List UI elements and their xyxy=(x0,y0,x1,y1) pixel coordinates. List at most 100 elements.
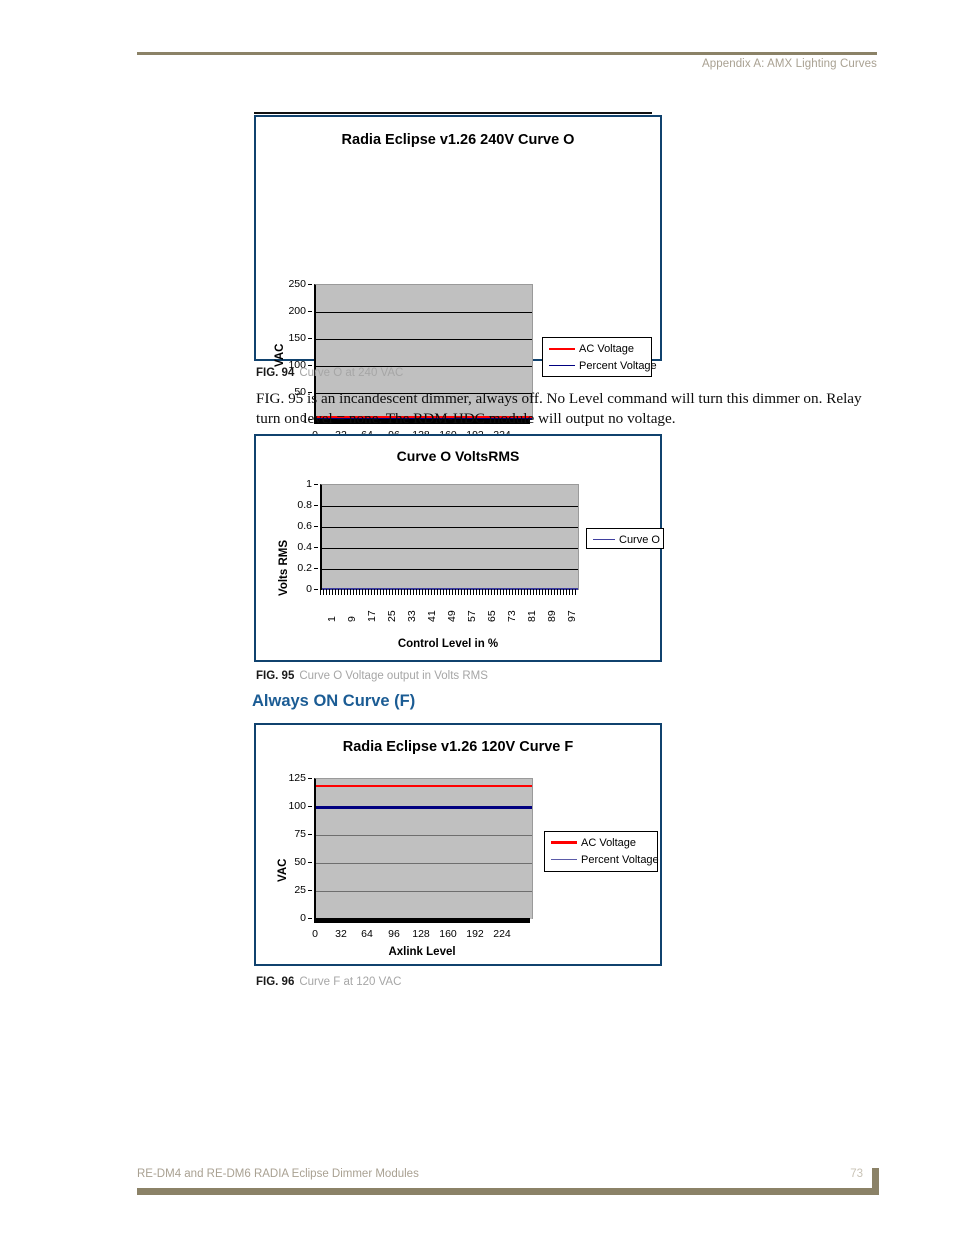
fig95-legend-label-curve-o: Curve O xyxy=(619,533,660,546)
footer-divider xyxy=(137,1188,872,1195)
fig95-chart-frame: Curve O VoltsRMS Volts RMS 1 0.8 0.6 0.4… xyxy=(254,434,664,662)
fig96-y-tick-25: 25 xyxy=(294,884,306,896)
fig95-y-tickmark-0 xyxy=(314,589,318,590)
fig94-chart-frame: Radia Eclipse v1.26 240V Curve O VAC 250… xyxy=(254,115,662,459)
fig94-y-tick-250: 250 xyxy=(288,278,306,290)
fig95-y-tick-08: 0.8 xyxy=(297,499,312,511)
fig94-legend: AC Voltage Percent Voltage xyxy=(542,337,657,377)
fig95-gridline-08 xyxy=(322,506,578,507)
fig96-caption-text: Curve F at 120 VAC xyxy=(299,976,402,988)
fig94-gridline-150 xyxy=(316,339,532,340)
page-footer: RE-DM4 and RE-DM6 RADIA Eclipse Dimmer M… xyxy=(137,1168,879,1198)
fig95-legend: Curve O xyxy=(586,528,664,549)
footer-edge-tab xyxy=(872,1168,879,1195)
fig94-chart-title: Radia Eclipse v1.26 240V Curve O xyxy=(341,132,575,148)
fig96-x-tick-0: 0 xyxy=(312,928,318,940)
fig95-caption-text: Curve O Voltage output in Volts RMS xyxy=(299,670,488,682)
fig95-x-axis-tick-row xyxy=(320,589,576,595)
fig95-gridline-06 xyxy=(322,527,578,528)
body-paragraph: FIG. 95 is an incandescent dimmer, alway… xyxy=(256,390,862,427)
fig96-chart-title: Radia Eclipse v1.26 120V Curve F xyxy=(342,739,574,755)
fig95-plot-area xyxy=(320,484,579,590)
fig95-y-tick-1: 1 xyxy=(306,478,312,490)
fig95-legend-row-curve-o: Curve O xyxy=(587,531,663,548)
fig96-legend-row-ac-voltage: AC Voltage xyxy=(545,834,657,851)
fig94-caption-label: FIG. 94 xyxy=(256,367,295,379)
fig94-y-tick-200: 200 xyxy=(288,305,306,317)
fig96-legend-swatch-ac-voltage xyxy=(551,841,577,844)
fig95-caption-label: FIG. 95 xyxy=(256,670,295,682)
fig96-y-tick-0: 0 xyxy=(300,912,306,924)
fig94-top-rule xyxy=(254,112,652,114)
fig96-y-tickmark-100 xyxy=(308,806,312,807)
fig96-x-tick-96: 96 xyxy=(388,928,400,940)
fig95-x-tick-81: 81 xyxy=(526,610,538,622)
fig95-x-tick-17: 17 xyxy=(366,610,378,622)
page-header: Appendix A: AMX Lighting Curves xyxy=(137,52,877,86)
fig95-legend-swatch-curve-o xyxy=(593,539,615,540)
footer-page-number: 73 xyxy=(850,1168,863,1180)
footer-document-title: RE-DM4 and RE-DM6 RADIA Eclipse Dimmer M… xyxy=(137,1168,419,1180)
fig96-legend-swatch-percent-voltage xyxy=(551,859,577,860)
fig95-x-tick-33: 33 xyxy=(406,610,418,622)
fig96-y-tick-100: 100 xyxy=(288,800,306,812)
fig94-y-tick-150: 150 xyxy=(288,332,306,344)
fig96-caption: FIG. 96 Curve F at 120 VAC xyxy=(256,976,401,988)
fig96-caption-label: FIG. 96 xyxy=(256,976,295,988)
fig96-x-tick-32: 32 xyxy=(335,928,347,940)
fig94-caption: FIG. 94 Curve O at 240 VAC xyxy=(256,367,403,379)
fig95-x-tick-25: 25 xyxy=(386,610,398,622)
fig96-y-tick-75: 75 xyxy=(294,828,306,840)
fig95-y-tickmark-06 xyxy=(314,526,318,527)
fig95-x-tick-57: 57 xyxy=(466,610,478,622)
fig96-x-tick-64: 64 xyxy=(361,928,373,940)
fig94-y-tickmark-150 xyxy=(308,338,312,339)
fig95-y-tick-04: 0.4 xyxy=(297,541,312,553)
fig96-gridline-25 xyxy=(316,891,532,892)
fig96-x-axis-tick-band xyxy=(314,918,530,923)
fig95-x-tick-49: 49 xyxy=(446,610,458,622)
fig94-legend-row-percent-voltage: Percent Voltage xyxy=(543,357,657,374)
fig95-x-tick-9: 9 xyxy=(346,616,358,622)
fig94-gridline-200 xyxy=(316,312,532,313)
fig96-series-ac-voltage xyxy=(316,785,532,787)
fig96-gridline-75 xyxy=(316,835,532,836)
fig95-y-tickmark-02 xyxy=(314,568,318,569)
fig95-x-axis-title: Control Level in % xyxy=(397,638,499,650)
fig95-x-tick-41: 41 xyxy=(426,610,438,622)
fig94-y-tickmark-100 xyxy=(308,365,312,366)
fig96-chart-frame: Radia Eclipse v1.26 120V Curve F VAC 125… xyxy=(254,723,662,966)
fig95-y-tickmark-04 xyxy=(314,547,318,548)
fig96-gridline-50 xyxy=(316,863,532,864)
fig94-legend-swatch-ac-voltage xyxy=(549,347,575,350)
fig94-legend-swatch-percent-voltage xyxy=(549,365,575,366)
fig94-y-tickmark-250 xyxy=(308,284,312,285)
fig95-y-tick-02: 0.2 xyxy=(297,562,312,574)
fig95-y-tick-0: 0 xyxy=(306,583,312,595)
fig96-series-percent-voltage xyxy=(316,806,532,809)
fig96-x-tick-128: 128 xyxy=(412,928,430,940)
fig96-y-tick-50: 50 xyxy=(294,856,306,868)
fig95-x-tick-73: 73 xyxy=(506,610,518,622)
fig96-plot-area xyxy=(314,778,533,919)
fig95-y-tickmark-1 xyxy=(314,484,318,485)
fig96-x-axis-title: Axlink Level xyxy=(388,946,456,958)
fig94-legend-label-ac-voltage: AC Voltage xyxy=(579,342,635,355)
section-heading-always-on-curve-f: Always ON Curve (F) xyxy=(252,692,416,710)
header-title: Appendix A: AMX Lighting Curves xyxy=(701,58,877,70)
fig95-caption: FIG. 95 Curve O Voltage output in Volts R… xyxy=(256,670,488,682)
fig96-legend: AC Voltage Percent Voltage xyxy=(544,831,659,872)
fig95-x-tick-65: 65 xyxy=(486,610,498,622)
fig96-x-tick-160: 160 xyxy=(439,928,457,940)
fig95-gridline-02 xyxy=(322,569,578,570)
fig96-x-tick-192: 192 xyxy=(466,928,484,940)
fig96-y-tick-125: 125 xyxy=(288,772,306,784)
fig96-legend-label-ac-voltage: AC Voltage xyxy=(581,836,637,849)
fig95-x-tick-89: 89 xyxy=(546,610,558,622)
fig96-y-tickmark-75 xyxy=(308,834,312,835)
fig96-y-tickmark-25 xyxy=(308,890,312,891)
fig95-y-tickmark-08 xyxy=(314,505,318,506)
fig94-caption-text: Curve O at 240 VAC xyxy=(299,367,404,379)
fig94-legend-label-percent-voltage: Percent Voltage xyxy=(579,359,657,372)
fig95-gridline-04 xyxy=(322,548,578,549)
